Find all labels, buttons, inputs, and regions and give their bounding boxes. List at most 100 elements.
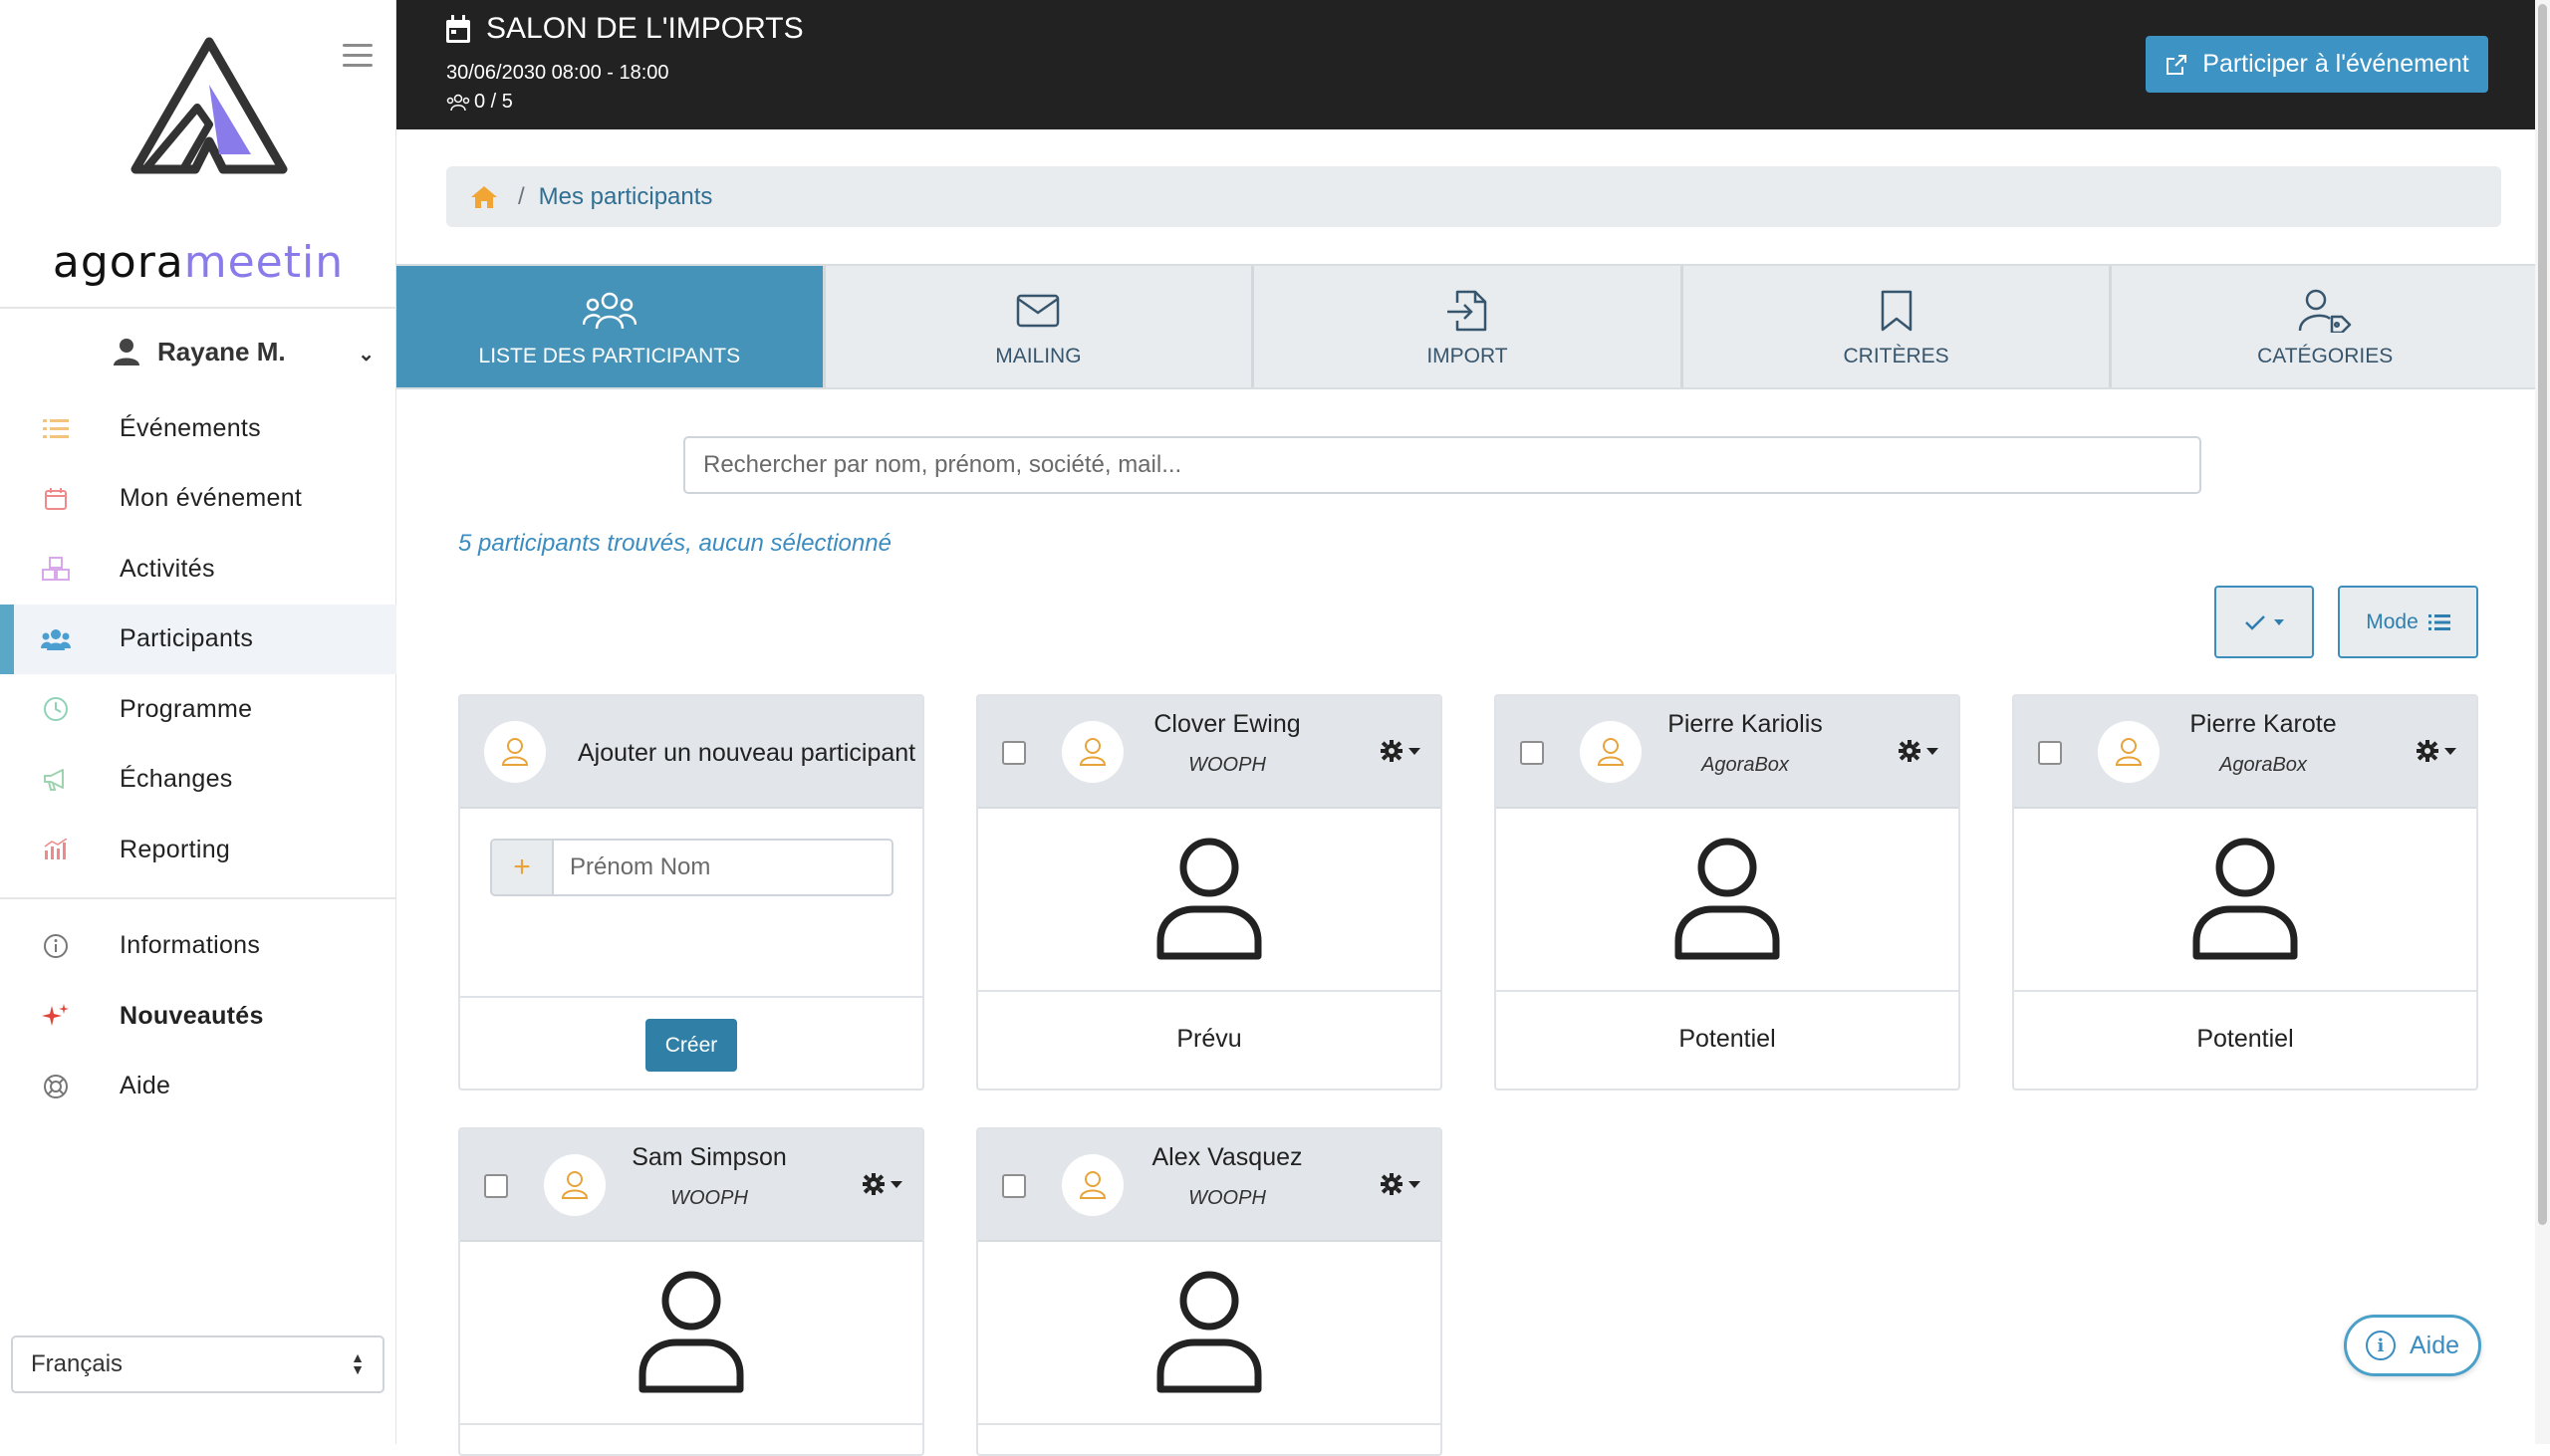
calendar-icon: [40, 483, 72, 515]
gear-icon: [863, 1173, 885, 1195]
participant-company: WOOPH: [670, 1187, 748, 1209]
gear-icon: [2417, 740, 2438, 762]
results-count: 5 participants trouvés, aucun sélectionn…: [458, 530, 892, 557]
new-participant-input[interactable]: [554, 841, 892, 894]
user-menu[interactable]: Rayane M. ⌄: [0, 324, 396, 379]
bulk-select-button[interactable]: [2214, 586, 2314, 658]
user-silhouette-icon: [1674, 838, 1780, 960]
user-tag-icon: [2298, 285, 2352, 337]
participant-card: Pierre Karote AgoraBox Potentiel: [2012, 694, 2478, 1091]
card-header: Sam Simpson WOOPH: [460, 1129, 922, 1242]
bookmark-icon: [1880, 285, 1913, 337]
help-button[interactable]: i Aide: [2344, 1315, 2481, 1376]
help-label: Aide: [2409, 1331, 2460, 1359]
event-header: SALON DE L'IMPORTS 30/06/2030 08:00 - 18…: [396, 0, 2550, 129]
participant-status: Potentiel: [1678, 1025, 1776, 1053]
sidebar-item-label: Échanges: [120, 765, 233, 794]
sidebar-item-label: Programme: [120, 694, 253, 723]
gear-icon: [1381, 740, 1402, 762]
view-mode-button[interactable]: Mode: [2338, 586, 2478, 658]
participant-name[interactable]: Pierre Karote: [2154, 710, 2373, 739]
card-body: [978, 809, 1440, 992]
logo-icon: [130, 37, 288, 174]
tab-label: CATÉGORIES: [2257, 345, 2394, 367]
participant-name[interactable]: Sam Simpson: [600, 1143, 819, 1172]
participant-name[interactable]: Clover Ewing: [1118, 710, 1337, 739]
tab-mailing[interactable]: MAILING: [825, 266, 1255, 387]
participant-checkbox[interactable]: [1002, 741, 1026, 765]
card-body: [978, 1242, 1440, 1425]
caret-down-icon: [1926, 747, 1938, 755]
tab-categories[interactable]: CATÉGORIES: [2112, 266, 2538, 387]
sidebar-item-reporting[interactable]: Reporting: [0, 815, 396, 885]
tab-label: LISTE DES PARTICIPANTS: [478, 345, 741, 367]
scrollbar-thumb[interactable]: [2538, 4, 2547, 1225]
card-header: Pierre Karote AgoraBox: [2014, 696, 2476, 809]
user-silhouette-icon: [2192, 838, 2298, 960]
sidebar-item-aide[interactable]: Aide: [0, 1052, 396, 1122]
participant-company: AgoraBox: [2219, 754, 2307, 776]
external-link-icon: [2167, 54, 2187, 75]
caret-down-icon: [891, 1180, 902, 1188]
participant-settings-button[interactable]: [1381, 740, 1420, 762]
create-participant-button[interactable]: Créer: [645, 1019, 737, 1072]
participant-name[interactable]: Alex Vasquez: [1118, 1143, 1337, 1172]
participant-status: Prévu: [1176, 1025, 1242, 1053]
add-participant-title: Ajouter un nouveau participant: [578, 739, 916, 767]
participant-settings-button[interactable]: [863, 1173, 902, 1195]
logo-area: agorameetin: [0, 0, 396, 309]
sidebar-item-label: Événements: [120, 413, 261, 442]
chevron-down-icon: ⌄: [358, 344, 375, 365]
participant-checkbox[interactable]: [2038, 741, 2062, 765]
sidebar-item-participants[interactable]: Participants: [0, 604, 396, 674]
sidebar-item-label: Participants: [120, 624, 254, 653]
calendar-icon: [446, 15, 470, 43]
cubes-icon: [40, 553, 72, 585]
card-body: [2014, 809, 2476, 992]
sidebar-item-echanges[interactable]: Échanges: [0, 745, 396, 816]
menu-toggle-icon[interactable]: [343, 44, 373, 68]
sparkle-icon: [40, 1000, 72, 1032]
sidebar-item-activites[interactable]: Activités: [0, 534, 396, 605]
participant-status: Potentiel: [2196, 1025, 2294, 1053]
sidebar-item-nouveautes[interactable]: Nouveautés: [0, 981, 396, 1052]
participant-settings-button[interactable]: [2417, 740, 2456, 762]
participant-card: Pierre Kariolis AgoraBox Potentiel: [1494, 694, 1960, 1091]
check-icon: [2245, 614, 2265, 630]
participant-checkbox[interactable]: [484, 1174, 508, 1198]
join-event-button[interactable]: Participer à l'événement: [2146, 36, 2488, 93]
event-participant-count: 0 / 5: [446, 91, 513, 114]
sidebar-item-mon-evenement[interactable]: Mon événement: [0, 464, 396, 535]
page-scrollbar[interactable]: [2535, 0, 2550, 1444]
card-header: Clover Ewing WOOPH: [978, 696, 1440, 809]
participant-settings-button[interactable]: [1381, 1173, 1420, 1195]
tab-import[interactable]: IMPORT: [1254, 266, 1683, 387]
user-silhouette-icon: [638, 1271, 744, 1393]
event-datetime: 30/06/2030 08:00 - 18:00: [446, 62, 669, 84]
language-select[interactable]: Français ▲ ▼: [11, 1335, 384, 1393]
gear-icon: [1899, 740, 1920, 762]
tab-criteres[interactable]: CRITÈRES: [1682, 266, 2113, 387]
sidebar-item-informations[interactable]: Informations: [0, 911, 396, 982]
sidebar-item-evenements[interactable]: Événements: [0, 393, 396, 464]
breadcrumb-current[interactable]: Mes participants: [539, 183, 713, 211]
participant-checkbox[interactable]: [1002, 1174, 1026, 1198]
nav-divider: [0, 896, 396, 899]
file-import-icon: [1445, 285, 1489, 337]
tab-label: IMPORT: [1426, 345, 1508, 367]
participant-name[interactable]: Pierre Kariolis: [1636, 710, 1855, 739]
participant-count-text: 0 / 5: [474, 91, 513, 113]
card-header: Pierre Kariolis AgoraBox: [1496, 696, 1958, 809]
language-value: Français: [31, 1350, 124, 1377]
users-icon: [40, 623, 72, 655]
event-title-text: SALON DE L'IMPORTS: [486, 12, 804, 45]
users-icon: [582, 285, 637, 337]
tab-liste-participants[interactable]: LISTE DES PARTICIPANTS: [396, 266, 826, 387]
breadcrumb-separator: /: [518, 182, 525, 210]
sidebar-item-programme[interactable]: Programme: [0, 674, 396, 745]
participant-checkbox[interactable]: [1520, 741, 1544, 765]
card-body: [1496, 809, 1958, 992]
search-input[interactable]: [683, 436, 2201, 494]
home-icon[interactable]: [470, 185, 498, 209]
participant-settings-button[interactable]: [1899, 740, 1938, 762]
